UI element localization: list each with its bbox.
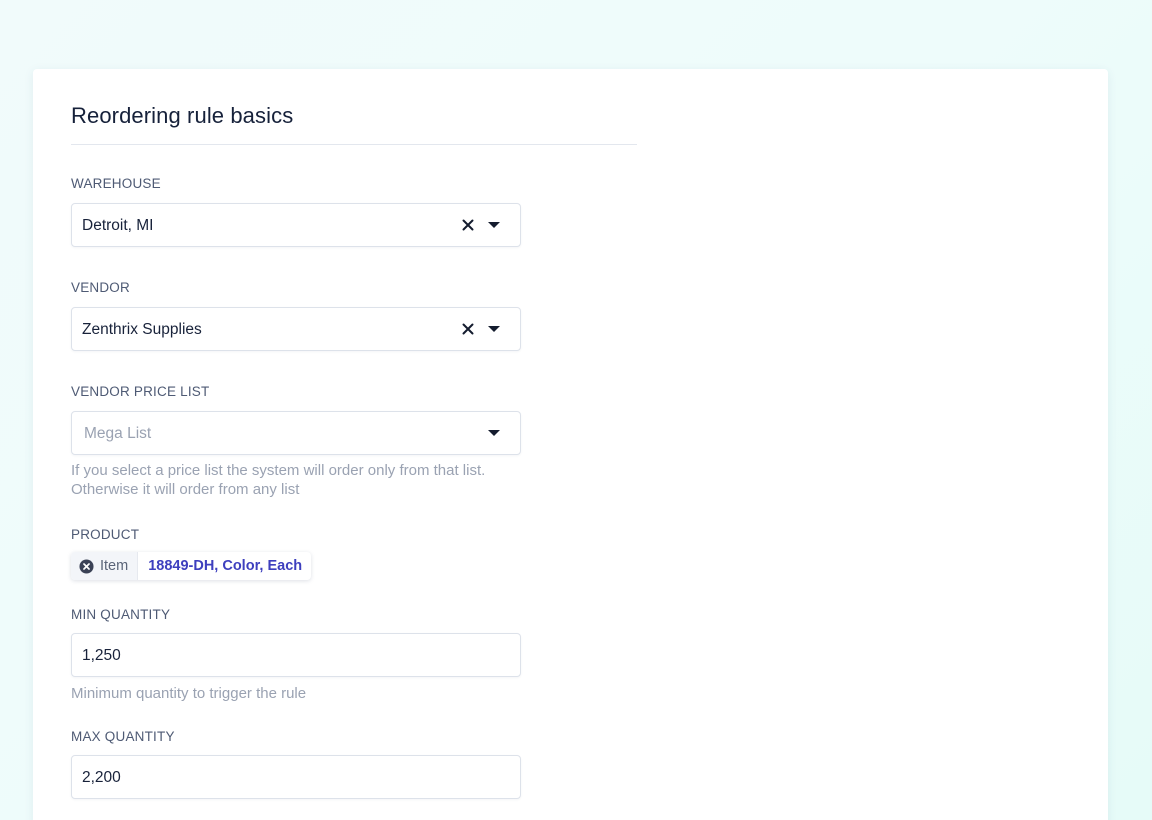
product-chip-type: Item bbox=[71, 552, 139, 580]
reorder-rule-card: Reordering rule basics WAREHOUSE Detroit… bbox=[33, 69, 1108, 820]
section-divider bbox=[71, 144, 637, 145]
vendor-price-list-placeholder: Mega List bbox=[84, 425, 152, 442]
section-title: Reordering rule basics bbox=[71, 103, 294, 128]
chevron-down-icon[interactable] bbox=[488, 222, 500, 228]
min-quantity-input[interactable]: 1,250 bbox=[71, 633, 521, 677]
help-line-1: If you select a price list the system wi… bbox=[71, 462, 486, 479]
warehouse-select[interactable]: Detroit, MI bbox=[71, 203, 521, 247]
close-icon[interactable] bbox=[460, 217, 476, 233]
vendor-value: Zenthrix Supplies bbox=[82, 321, 202, 338]
vendor-price-list-label: VENDOR PRICE LIST bbox=[71, 384, 210, 399]
help-line-2: Otherwise it will order from any list bbox=[71, 481, 300, 498]
chevron-down-icon[interactable] bbox=[488, 326, 500, 332]
min-quantity-help: Minimum quantity to trigger the rule bbox=[71, 685, 307, 702]
vendor-price-list-select[interactable]: Mega List bbox=[71, 411, 521, 455]
max-quantity-input[interactable]: 2,200 bbox=[71, 755, 521, 799]
close-circle-icon[interactable] bbox=[79, 558, 94, 574]
warehouse-value: Detroit, MI bbox=[82, 217, 154, 234]
vendor-price-list-help: If you select a price list the system wi… bbox=[71, 461, 485, 499]
max-quantity-label: MAX QUANTITY bbox=[71, 729, 175, 744]
min-quantity-label: MIN QUANTITY bbox=[71, 607, 171, 622]
min-quantity-value: 1,250 bbox=[82, 647, 121, 664]
vendor-label: VENDOR bbox=[71, 280, 130, 295]
product-chip[interactable]: Item 18849-DH, Color, Each bbox=[71, 552, 312, 580]
close-icon[interactable] bbox=[460, 321, 476, 337]
warehouse-label: WAREHOUSE bbox=[71, 176, 161, 191]
chevron-down-icon[interactable] bbox=[488, 430, 500, 436]
max-quantity-value: 2,200 bbox=[82, 769, 121, 786]
vendor-select[interactable]: Zenthrix Supplies bbox=[71, 307, 521, 351]
product-label: PRODUCT bbox=[71, 527, 140, 542]
product-chip-value[interactable]: 18849-DH, Color, Each bbox=[138, 558, 311, 574]
chip-type-label: Item bbox=[100, 558, 129, 574]
